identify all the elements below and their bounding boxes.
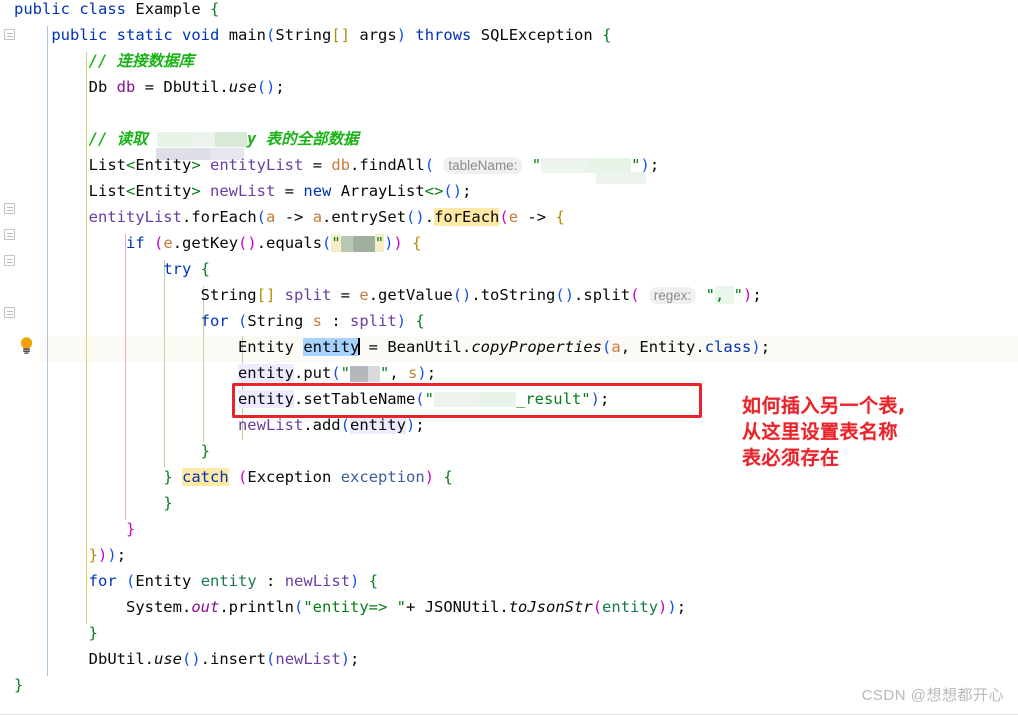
code-line: }));	[88, 546, 127, 564]
identifier-usage-highlight: entity	[349, 416, 406, 434]
redaction-block	[433, 392, 478, 407]
redaction-block	[340, 235, 353, 252]
code-line: List<Entity> newList = new ArrayList<>()…	[88, 182, 472, 200]
code-line: DbUtil.use().insert(newList);	[88, 650, 360, 668]
redaction-block	[477, 392, 516, 407]
identifier-usage-highlight: entity	[237, 364, 294, 382]
annotation-line-3: 表必须存在	[742, 447, 840, 469]
code-line: entity.put(" ", s);	[237, 364, 437, 382]
identifier-usage-highlight: entity	[237, 390, 294, 408]
code-line: }	[200, 442, 210, 460]
redaction-block	[192, 132, 215, 147]
redaction-block	[352, 235, 375, 252]
annotation-line-1: 如何插入另一个表,	[742, 395, 906, 417]
code-line: if (e.getKey().equals(" ")) {	[125, 234, 422, 252]
redaction-block	[587, 158, 632, 173]
csdn-watermark: CSDN @想想都开心	[861, 687, 1004, 704]
code-line: public static void main(String[] args) t…	[51, 26, 612, 44]
code-line: }	[88, 624, 98, 642]
code-content[interactable]: public class Example { public static voi…	[0, 0, 1018, 715]
code-line: public class Example {	[14, 0, 220, 18]
redaction-block	[350, 365, 368, 382]
code-line: for (String s : split) {	[200, 312, 425, 330]
code-line: Db db = DbUtil.use();	[88, 78, 285, 96]
code-line: }	[14, 676, 24, 694]
code-line: entityList.forEach(a -> a.entrySet().for…	[88, 208, 565, 226]
code-line: try {	[163, 260, 210, 278]
inlay-hint-tablename: tableName:	[443, 157, 523, 174]
code-line: System.out.println("entity=> "+ JSONUtil…	[125, 598, 687, 616]
redaction-block	[596, 172, 646, 184]
redaction-block	[368, 365, 380, 382]
code-line-comment: // 连接数据库	[14, 52, 195, 70]
code-line: List<Entity> entityList = db.findAll( ta…	[88, 156, 660, 174]
redaction-block	[156, 132, 193, 147]
code-line: String[] split = e.getValue().toString()…	[200, 286, 762, 304]
highlighted-token: catch	[182, 468, 229, 486]
code-line-current: Entity entity = BeanUtil.copyProperties(…	[237, 338, 771, 356]
code-editor[interactable]: public class Example { public static voi…	[0, 0, 1018, 715]
code-line: } catch (Exception exception) {	[163, 468, 453, 486]
highlighted-token: forEach	[434, 208, 500, 226]
annotation-line-2: 从这里设置表名称	[742, 421, 899, 443]
redaction-block	[541, 158, 588, 173]
code-line: for (Entity entity : newList) {	[88, 572, 379, 590]
code-line: }	[163, 494, 173, 512]
inlay-hint-regex: regex:	[648, 287, 697, 304]
text-caret	[358, 338, 361, 355]
selected-text[interactable]: entity	[303, 338, 360, 356]
redaction-block	[214, 132, 247, 147]
code-line: }	[125, 520, 136, 538]
code-line: newList.add(entity);	[237, 416, 425, 434]
code-line-boxed: entity.setTableName(" _result");	[237, 390, 610, 408]
